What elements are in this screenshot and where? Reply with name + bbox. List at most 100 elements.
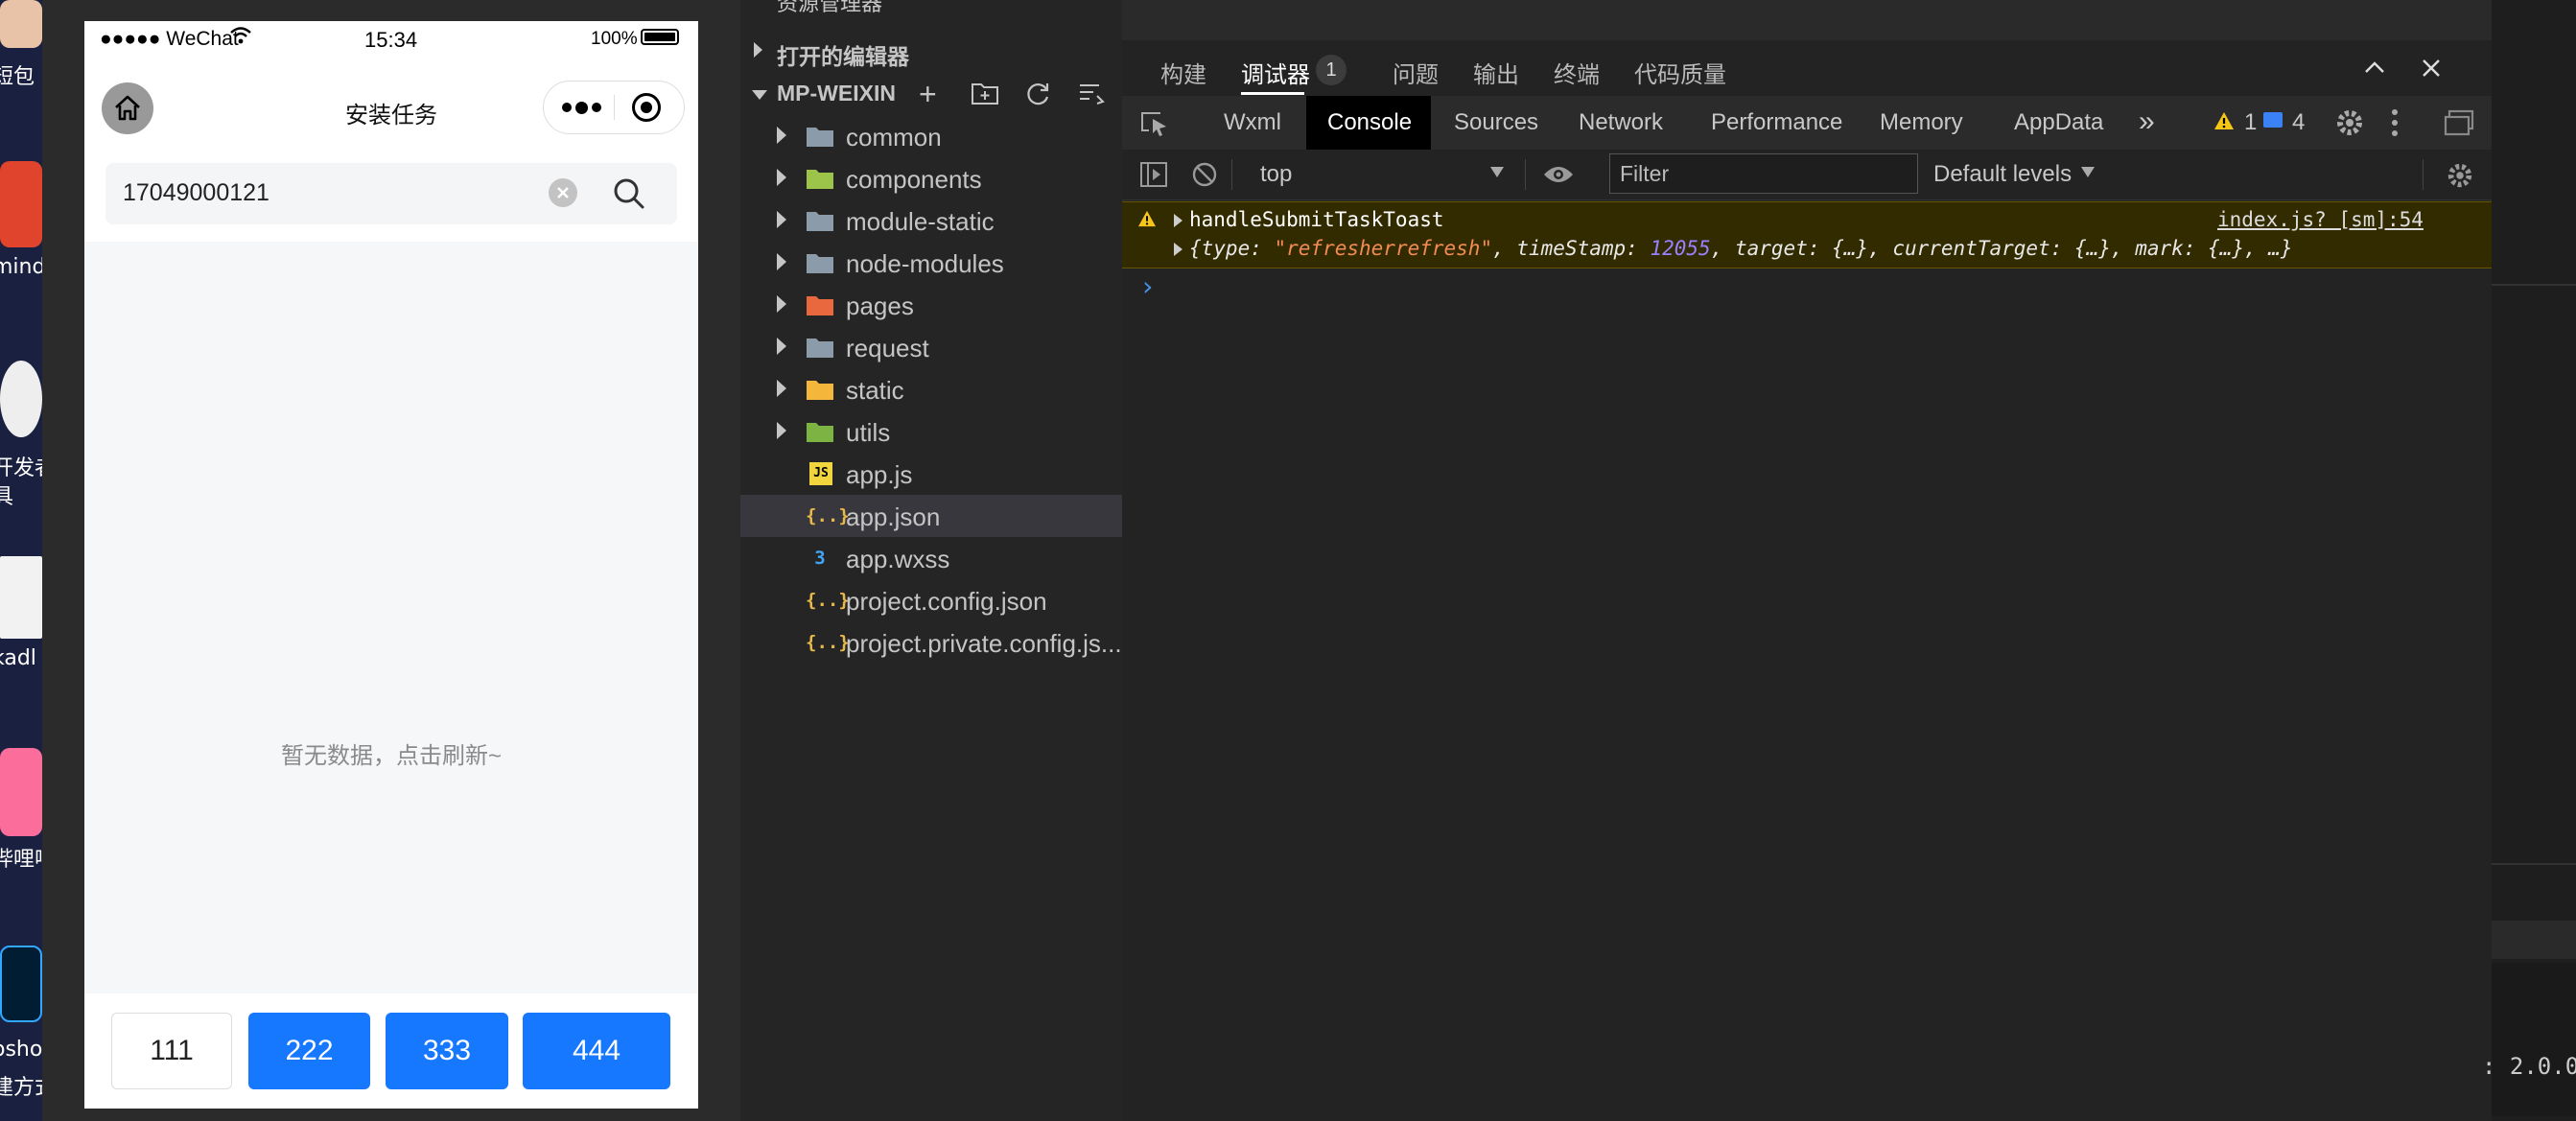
desktop-label: mind [0,255,42,279]
desktop-label: 开发者 [0,456,42,480]
tab-wxml[interactable]: Wxml [1224,109,1281,136]
tree-item-label: common [846,123,942,152]
expand-triangle-icon[interactable] [1174,214,1183,227]
folder-item[interactable]: static [740,368,1122,410]
bilibili-icon[interactable] [0,748,42,836]
folder-icon [806,378,834,401]
editor-panel: : 2.0.0 [2482,0,2576,1121]
file-item[interactable]: JS app.js [740,453,1122,495]
folder-item[interactable]: request [740,326,1122,368]
tab-appdata[interactable]: AppData [2014,109,2103,136]
chevron-right-icon[interactable] [777,422,786,439]
folder-item[interactable]: common [740,115,1122,157]
avatar-icon[interactable] [0,0,42,48]
message-icon[interactable] [2263,112,2283,128]
carrier-text: ●●●●● WeChat [100,28,239,50]
chevron-right-icon[interactable] [777,211,786,228]
file-item[interactable]: {..} project.config.json [740,579,1122,621]
new-folder-icon[interactable] [971,81,999,110]
file-item[interactable]: 3 app.wxss [740,537,1122,579]
close-capsule-icon[interactable] [632,93,661,122]
file-icon[interactable] [0,556,42,639]
tab-sources[interactable]: Sources [1454,109,1538,136]
tab-network[interactable]: Network [1579,109,1663,136]
chevron-right-icon[interactable] [777,169,786,186]
warning-icon [1137,210,1157,232]
dock-icon[interactable] [2444,109,2474,141]
chevron-right-icon[interactable] [777,295,786,313]
more-dots-icon[interactable] [557,93,605,122]
folder-item[interactable]: node-modules [740,242,1122,284]
search-icon[interactable] [612,176,646,216]
json-file-icon: {..} [806,505,850,526]
chevron-right-icon[interactable] [777,380,786,397]
log-object-type: "refresherrefresh" [1274,237,1493,260]
warning-icon[interactable] [2213,111,2235,135]
tab-memory[interactable]: Memory [1880,109,1963,136]
kebab-menu-icon[interactable] [2392,109,2398,136]
folder-item[interactable]: module-static [740,199,1122,242]
button-222[interactable]: 222 [248,1013,370,1089]
battery-text: 100% [591,29,638,49]
version-text: : 2.0.0 [2482,1053,2576,1080]
file-item[interactable]: {..} project.private.config.js... [740,621,1122,664]
file-item[interactable]: {..} app.json [740,495,1122,537]
new-file-icon[interactable]: + [919,77,937,112]
tab-performance[interactable]: Performance [1711,109,1842,136]
devtools-icon[interactable] [0,361,42,437]
button-111[interactable]: 111 [111,1013,232,1089]
gear-icon[interactable] [2334,107,2365,143]
button-333[interactable]: 333 [386,1013,508,1089]
folder-item[interactable]: utils [740,410,1122,453]
levels-select[interactable]: Default levels [1933,161,2072,188]
status-time: 15:34 [364,28,418,52]
xmind-icon[interactable] [0,161,42,247]
context-select[interactable]: top [1260,161,1292,188]
open-editors-section[interactable]: 打开的编辑器 [740,31,1122,73]
chevron-right-icon[interactable] [777,127,786,144]
tab-debugger[interactable]: 调试器 [1241,56,1310,89]
sidebar-toggle-icon[interactable] [1139,161,1168,193]
tree-item-label: request [846,334,929,362]
console-prompt[interactable]: › [1139,270,1156,302]
project-section[interactable]: MP-WEIXIN + [740,73,1122,115]
chevron-down-icon[interactable] [2081,167,2095,177]
console-input-area[interactable] [1122,303,2492,1118]
collapse-all-icon[interactable] [1078,82,1105,110]
log-source-link[interactable]: index.js? [sm]:54 [2217,208,2424,231]
search-input[interactable]: 17049000121 [105,163,677,224]
clear-console-icon[interactable] [1191,161,1218,193]
warning-count: 1 [2244,109,2258,135]
more-tabs-icon[interactable]: » [2139,105,2155,138]
clear-icon[interactable] [549,178,577,207]
folder-item[interactable]: components [740,157,1122,199]
filter-input[interactable]: Filter [1609,153,1918,194]
photoshop-icon[interactable] [0,946,42,1022]
tab-terminal[interactable]: 终端 [1554,56,1600,89]
tab-output[interactable]: 输出 [1473,56,1519,89]
chevron-right-icon[interactable] [777,338,786,355]
refresh-icon[interactable] [1024,81,1051,112]
capsule-menu [543,81,685,134]
filter-placeholder: Filter [1620,161,1670,186]
chevron-down-icon[interactable] [1490,167,1504,177]
tab-problems[interactable]: 问题 [1393,56,1439,89]
button-444[interactable]: 444 [523,1013,670,1089]
chevron-right-icon[interactable] [777,253,786,270]
tab-console[interactable]: Console [1327,109,1412,136]
desktop-label: 建方式 [0,1076,42,1100]
console-settings-icon[interactable] [2446,161,2474,195]
log-object-mid: , timeStamp: [1492,237,1651,260]
expand-triangle-icon[interactable] [1174,243,1183,256]
log-object-timestamp: 12055 [1650,237,1711,260]
eye-icon[interactable] [1542,161,1575,193]
empty-text[interactable]: 暂无数据，点击刷新~ [84,736,698,770]
tab-code-quality[interactable]: 代码质量 [1634,56,1726,89]
tab-build[interactable]: 构建 [1160,56,1206,89]
inspect-element-icon[interactable] [1139,109,1170,143]
desktop-icon-strip: 短包 mind 开发者 具 kadl 哔哩哔 osho 建方式 [0,0,42,1121]
console-warning-row[interactable]: handleSubmitTaskToast index.js? [sm]:54 … [1122,201,2492,269]
close-icon[interactable] [2421,58,2442,83]
folder-item[interactable]: pages [740,284,1122,326]
chevron-up-icon[interactable] [2363,59,2386,80]
